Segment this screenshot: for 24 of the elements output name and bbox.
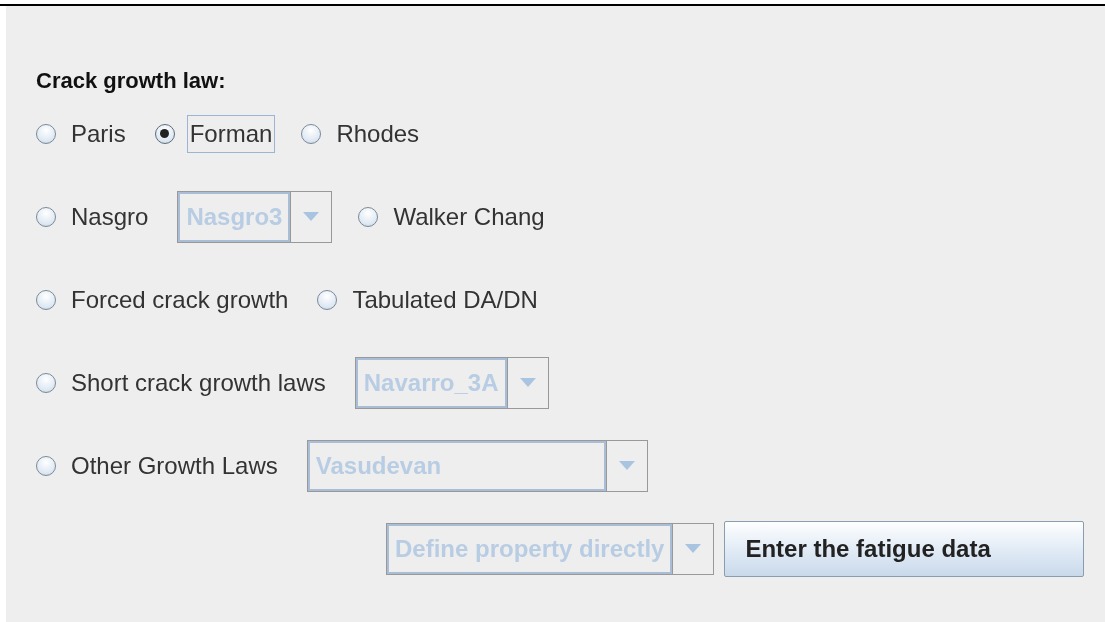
radio-label[interactable]: Rhodes (333, 114, 423, 153)
radio-label[interactable]: Paris (68, 114, 129, 153)
radio-button[interactable] (36, 289, 56, 310)
radio-label[interactable]: Tabulated DA/DN (349, 280, 541, 319)
radio-label[interactable]: Forman (186, 114, 276, 153)
radio-button[interactable] (154, 123, 175, 144)
radio-button[interactable] (36, 455, 56, 476)
section-title: Crack growth law: (36, 68, 226, 94)
radio-label[interactable]: Other Growth Laws (68, 446, 281, 485)
caret-icon (685, 544, 702, 553)
caret-icon (303, 212, 320, 221)
radio-button[interactable] (36, 372, 56, 393)
enter-fatigue-data-button[interactable]: Enter the fatigue data (724, 520, 1085, 577)
radio-button[interactable] (317, 289, 338, 310)
radio-button[interactable] (36, 123, 56, 144)
radio-label[interactable]: Walker Chang (390, 197, 548, 236)
radio-button[interactable] (36, 206, 56, 227)
radio-button[interactable] (358, 206, 379, 227)
caret-icon (618, 461, 635, 470)
radio-button[interactable] (301, 123, 322, 144)
radio-label[interactable]: Nasgro (68, 197, 152, 236)
radio-label[interactable]: Forced crack growth (68, 280, 292, 319)
caret-icon (519, 378, 536, 387)
radio-label[interactable]: Short crack growth laws (68, 363, 329, 402)
